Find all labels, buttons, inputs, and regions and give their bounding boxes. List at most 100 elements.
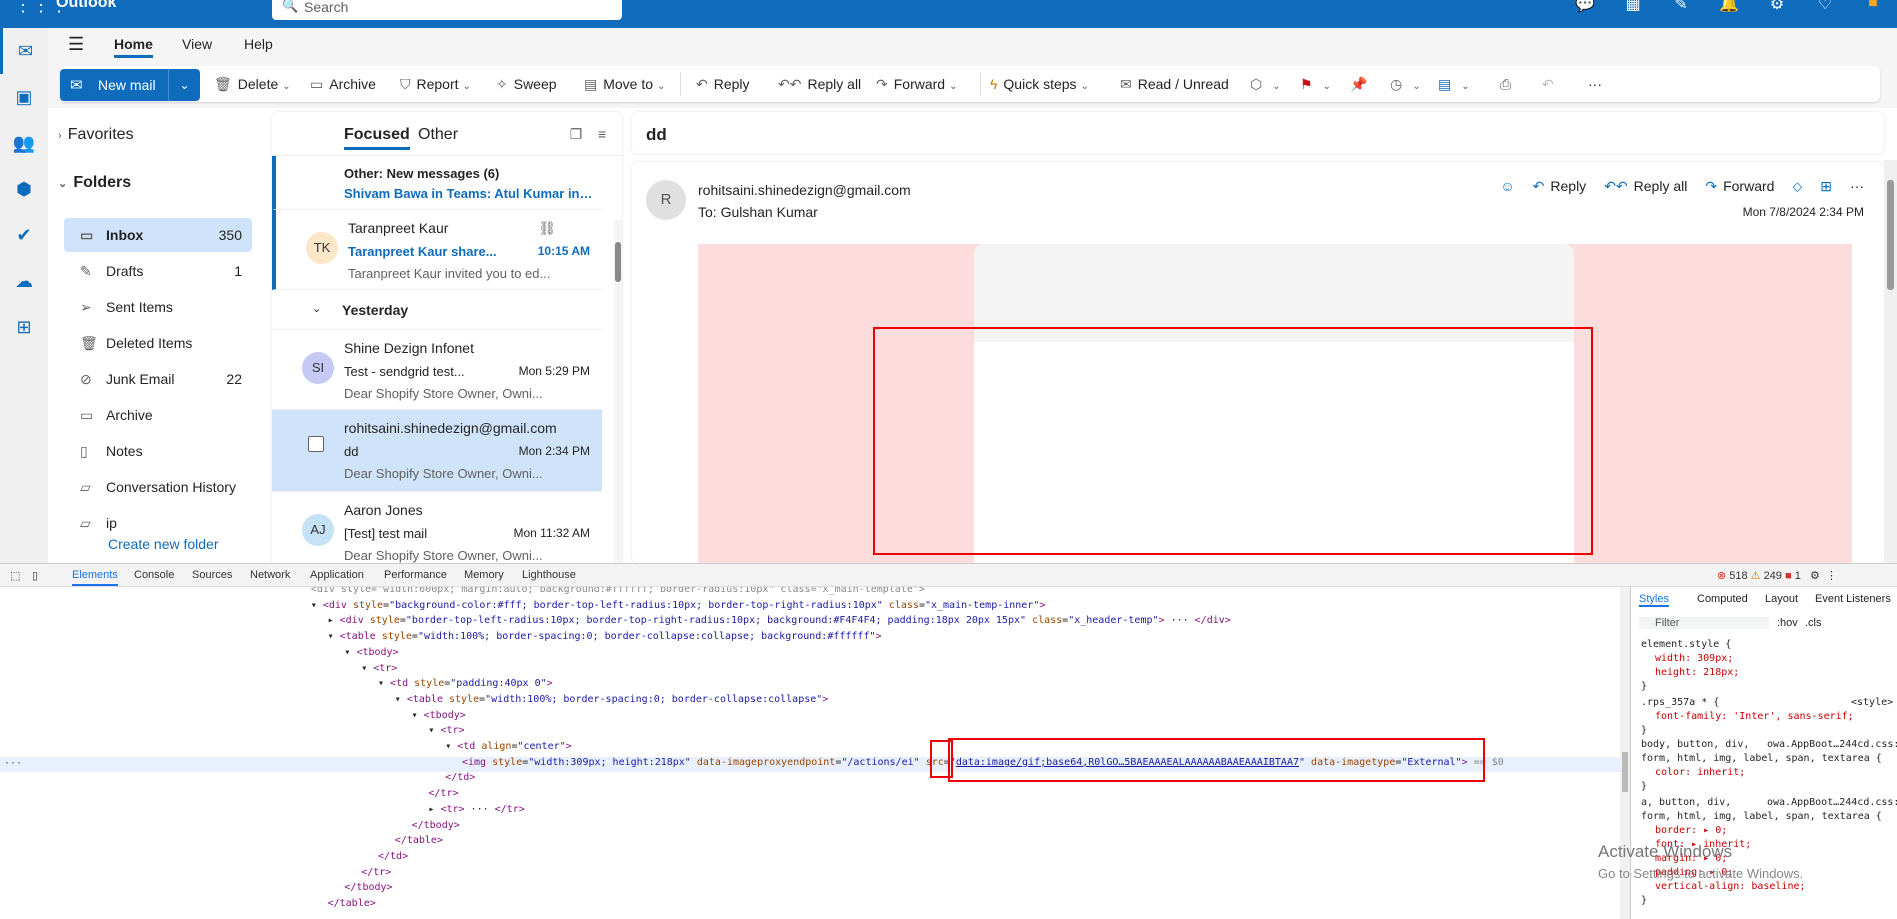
more-button[interactable]: ··· bbox=[1588, 76, 1602, 92]
app-title[interactable]: Outlook bbox=[56, 0, 116, 12]
print-button[interactable]: ⎙ bbox=[1500, 76, 1517, 93]
sidebar-item-deleted-items[interactable]: 🗑 Deleted Items bbox=[64, 326, 252, 360]
dom-node[interactable]: ▾ <tr> bbox=[0, 663, 1620, 678]
tab-other[interactable]: Other bbox=[418, 126, 458, 144]
style-source-link[interactable]: owa.AppBoot…244cd.css: bbox=[1767, 797, 1897, 808]
sidebar-item-inbox[interactable]: ▭ Inbox 350 bbox=[64, 218, 252, 252]
dom-node[interactable]: <div style="width:600px; margin:auto; ba… bbox=[0, 587, 1620, 599]
reading-scrollbar[interactable] bbox=[1884, 160, 1897, 563]
event-listeners-tab[interactable]: Event Listeners bbox=[1815, 593, 1891, 605]
inspect-icon[interactable]: ⬚ bbox=[10, 569, 20, 582]
style-prop[interactable]: height: 218px; bbox=[1655, 667, 1739, 678]
list-item[interactable]: TK Taranpreet Kaur ⛓ Taranpreet Kaur sha… bbox=[272, 210, 602, 290]
list-item[interactable]: SI Shine Dezign Infonet Test - sendgrid … bbox=[272, 330, 602, 410]
people-icon[interactable]: 👥 bbox=[0, 120, 48, 166]
dom-node[interactable]: </table> bbox=[0, 898, 1620, 913]
layout-tab[interactable]: Layout bbox=[1765, 593, 1798, 605]
device-icon[interactable]: ▯ bbox=[32, 569, 38, 582]
styles-filter-input[interactable]: Filter bbox=[1639, 617, 1769, 629]
styles-tab[interactable]: Styles bbox=[1639, 593, 1669, 607]
sidebar-item-junk-email[interactable]: ⊘ Junk Email 22 bbox=[64, 362, 252, 396]
quick-steps-button[interactable]: ϟ Quick steps ⌄ bbox=[990, 76, 1089, 92]
dom-node[interactable]: </tr> bbox=[0, 867, 1620, 882]
gear-icon[interactable]: ⚙ bbox=[1753, 0, 1801, 14]
devtools-tab-network[interactable]: Network bbox=[250, 569, 290, 581]
reply-button[interactable]: ↶ Reply bbox=[696, 76, 750, 93]
avatar[interactable]: ■ bbox=[1849, 0, 1897, 14]
sidebar-item-conversation-history[interactable]: ▱ Conversation History bbox=[64, 470, 252, 504]
dom-node[interactable]: ▸ <div style="border-top-left-radius:10p… bbox=[0, 615, 1620, 630]
apps-icon[interactable]: ⊞ bbox=[1820, 178, 1832, 195]
reply-all-button-reading[interactable]: ↶↶ Reply all bbox=[1604, 178, 1687, 195]
report-button[interactable]: ⛉ Report ⌄ bbox=[400, 76, 471, 93]
style-prop[interactable]: font-family: 'Inter', sans-serif; bbox=[1655, 711, 1854, 722]
scroll-thumb[interactable] bbox=[615, 242, 621, 282]
search-box[interactable]: 🔍 Search bbox=[272, 0, 622, 20]
message-list-scrollbar[interactable] bbox=[614, 220, 622, 563]
sweep-button[interactable]: ✧ Sweep bbox=[496, 76, 557, 93]
bell-icon[interactable]: 🔔 bbox=[1705, 0, 1753, 14]
checkbox[interactable] bbox=[308, 436, 324, 452]
new-mail-button[interactable]: ✉ New mail ⌄ bbox=[60, 69, 200, 101]
list-item[interactable]: AJ Aaron Jones [Test] test mail Mon 11:3… bbox=[272, 492, 602, 563]
reply-all-button[interactable]: ↶↶ Reply all bbox=[778, 76, 861, 93]
style-prop[interactable]: border: ▸ 0; bbox=[1655, 825, 1727, 836]
settings-icon[interactable]: ⚙ bbox=[1810, 570, 1820, 582]
favorites-header[interactable]: › Favorites bbox=[58, 126, 134, 144]
sidebar-item-sent-items[interactable]: ➢ Sent Items bbox=[64, 290, 252, 324]
notes-icon[interactable]: ✎ bbox=[1657, 0, 1705, 14]
devtools-tab-lighthouse[interactable]: Lighthouse bbox=[522, 569, 576, 581]
style-prop[interactable]: width: 309px; bbox=[1655, 653, 1733, 664]
dom-node[interactable]: </td> bbox=[0, 851, 1620, 866]
devtools-status[interactable]: ⊗ 518 ⚠ 249 ■ 1 ⚙ ⋮ bbox=[1717, 569, 1837, 582]
style-prop[interactable]: vertical-align: baseline; bbox=[1655, 881, 1806, 892]
tab-help[interactable]: Help bbox=[244, 36, 273, 52]
move-to-button[interactable]: ▤ Move to ⌄ bbox=[584, 76, 665, 93]
dom-node[interactable]: </tbody> bbox=[0, 820, 1620, 835]
snooze-button[interactable]: ◷ ⌄ bbox=[1390, 76, 1421, 93]
sidebar-item-notes[interactable]: ▯ Notes bbox=[64, 434, 252, 468]
style-source-link[interactable]: owa.AppBoot…244cd.css: bbox=[1767, 739, 1897, 750]
dom-node[interactable]: </table> bbox=[0, 835, 1620, 850]
pin-button[interactable]: 📌 bbox=[1350, 76, 1373, 93]
style-source-link[interactable]: <style> bbox=[1851, 697, 1893, 708]
forward-button-reading[interactable]: ↷ Forward bbox=[1705, 178, 1774, 195]
rules-button[interactable]: ▤ ⌄ bbox=[1438, 76, 1470, 93]
list-item-selected[interactable]: rohitsaini.shinedezign@gmail.com dd Mon … bbox=[272, 410, 602, 492]
sidebar-item-archive[interactable]: ▭ Archive bbox=[64, 398, 252, 432]
calendar-icon[interactable]: ▣ bbox=[0, 74, 48, 120]
immersive-reader-icon[interactable]: ⬦ bbox=[1792, 178, 1802, 195]
undo-button[interactable]: ↶ bbox=[1542, 76, 1560, 93]
emoji-icon[interactable]: ☺ bbox=[1500, 178, 1514, 195]
sender-email[interactable]: rohitsaini.shinedezign@gmail.com bbox=[698, 182, 911, 198]
categorize-button[interactable]: ⬡ ⌄ bbox=[1250, 76, 1281, 93]
cls-button[interactable]: .cls bbox=[1805, 617, 1822, 629]
dom-node[interactable]: ▾ <table style="width:100%; border-spaci… bbox=[0, 694, 1620, 709]
apps-icon[interactable]: ⊞ bbox=[0, 304, 48, 350]
devtools-tab-memory[interactable]: Memory bbox=[464, 569, 504, 581]
devtools-tab-sources[interactable]: Sources bbox=[192, 569, 232, 581]
scroll-thumb[interactable] bbox=[1622, 752, 1628, 792]
dom-node[interactable]: </tbody> bbox=[0, 882, 1620, 897]
todo-icon[interactable]: ✔ bbox=[0, 212, 48, 258]
group-header[interactable]: ⌄ Yesterday bbox=[272, 290, 602, 330]
create-folder-link[interactable]: Create new folder bbox=[108, 536, 219, 552]
tab-view[interactable]: View bbox=[182, 36, 212, 52]
folders-header[interactable]: ⌄ Folders bbox=[58, 174, 131, 192]
dom-node[interactable]: </tr> bbox=[0, 788, 1620, 803]
devtools-tab-performance[interactable]: Performance bbox=[384, 569, 447, 581]
select-icon[interactable]: ❐ bbox=[570, 126, 583, 142]
devtools-tab-console[interactable]: Console bbox=[134, 569, 174, 581]
dom-node[interactable]: ▾ <div style="background-color:#fff; bor… bbox=[0, 600, 1620, 615]
teams-icon[interactable]: 💬 bbox=[1561, 0, 1609, 14]
tips-icon[interactable]: ♡ bbox=[1801, 0, 1849, 14]
style-prop[interactable]: color: inherit; bbox=[1655, 767, 1745, 778]
more-icon[interactable]: ··· bbox=[1850, 178, 1864, 195]
mail-icon[interactable]: ✉ bbox=[0, 28, 48, 74]
devtools-tab-application[interactable]: Application bbox=[310, 569, 364, 581]
filter-icon[interactable]: ≡ bbox=[598, 126, 606, 142]
forward-button[interactable]: ↷ Forward ⌄ bbox=[876, 76, 957, 93]
hamburger-icon[interactable]: ☰ bbox=[68, 34, 84, 55]
dom-node[interactable]: ▸ <tr> ··· </tr> bbox=[0, 804, 1620, 819]
scroll-thumb[interactable] bbox=[1887, 180, 1894, 290]
